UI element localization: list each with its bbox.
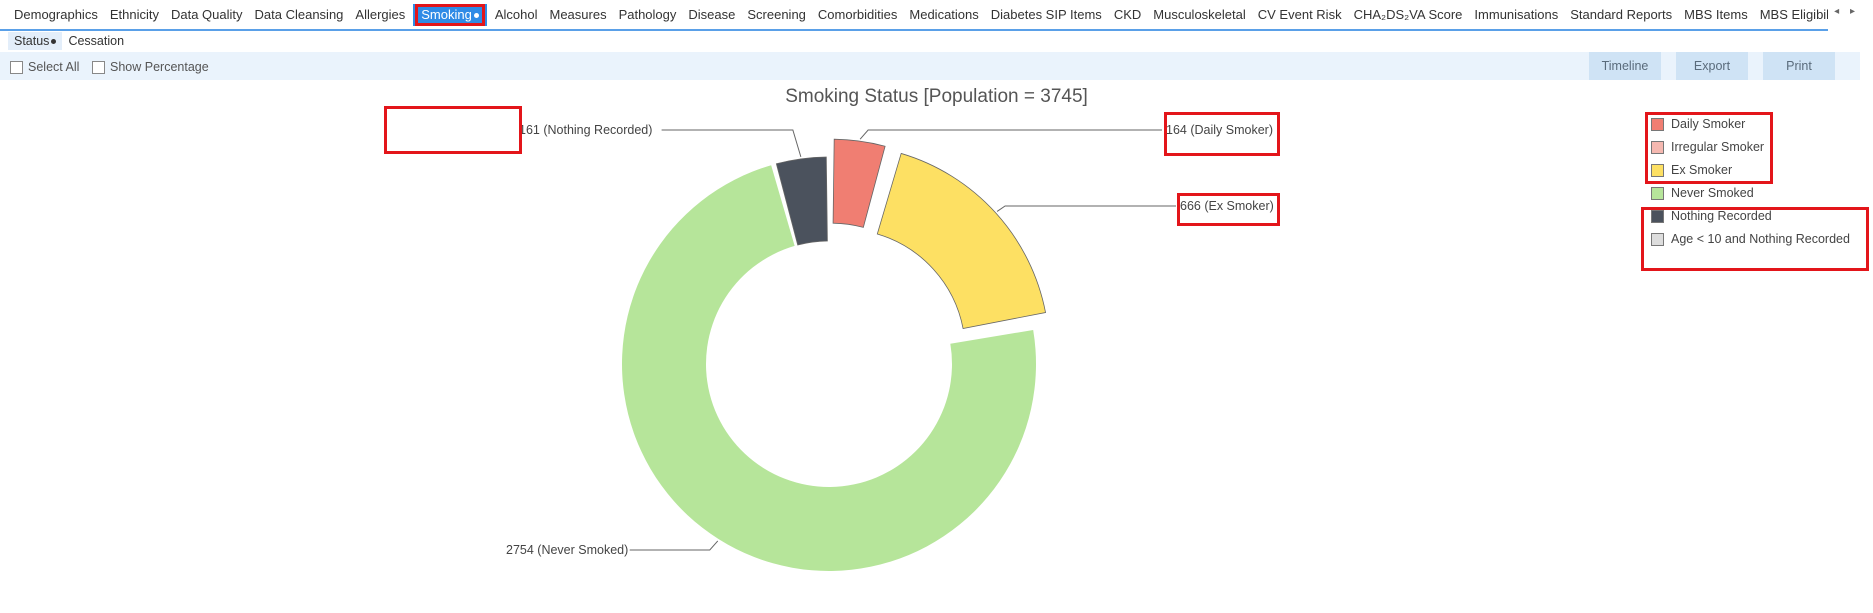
legend-label: Never Smoked	[1671, 186, 1754, 200]
legend-swatch	[1651, 163, 1664, 177]
legend-label: Irregular Smoker	[1671, 140, 1765, 154]
legend-item-daily-smoker[interactable]: Daily Smoker	[1651, 117, 1745, 131]
data-label: 161 (Nothing Recorded)	[519, 123, 652, 137]
leader-line	[996, 205, 1176, 212]
data-label: 2754 (Never Smoked)	[506, 543, 628, 557]
slice-ex-smoker[interactable]	[876, 152, 1047, 329]
legend-label: Age < 10 and Nothing Recorded	[1671, 232, 1850, 246]
data-label: 164 (Daily Smoker)	[1166, 123, 1273, 137]
legend-swatch	[1651, 117, 1664, 131]
slice-daily-smoker[interactable]	[832, 138, 886, 228]
donut-chart: 164 (Daily Smoker) 666 (Ex Smoker) 2754 (N…	[506, 123, 1274, 572]
leader-line	[661, 129, 802, 158]
legend-item-irregular-smoker[interactable]: Irregular Smoker	[1651, 140, 1764, 154]
leader-line	[629, 540, 719, 551]
legend-swatch	[1651, 232, 1664, 246]
legend-swatch	[1651, 186, 1664, 200]
legend-item-age-10-and-nothing-recorded[interactable]: Age < 10 and Nothing Recorded	[1651, 232, 1850, 246]
leader-line	[859, 129, 1162, 140]
legend-item-ex-smoker[interactable]: Ex Smoker	[1651, 163, 1732, 177]
data-label: 666 (Ex Smoker)	[1180, 199, 1274, 213]
legend-swatch	[1651, 140, 1664, 154]
legend-label: Ex Smoker	[1671, 163, 1733, 177]
legend-label: Daily Smoker	[1671, 117, 1746, 131]
legend-item-never-smoked[interactable]: Never Smoked	[1651, 186, 1754, 200]
legend-swatch	[1651, 209, 1664, 223]
legend-item-nothing-recorded[interactable]: Nothing Recorded	[1651, 209, 1772, 223]
legend-label: Nothing Recorded	[1671, 209, 1772, 223]
